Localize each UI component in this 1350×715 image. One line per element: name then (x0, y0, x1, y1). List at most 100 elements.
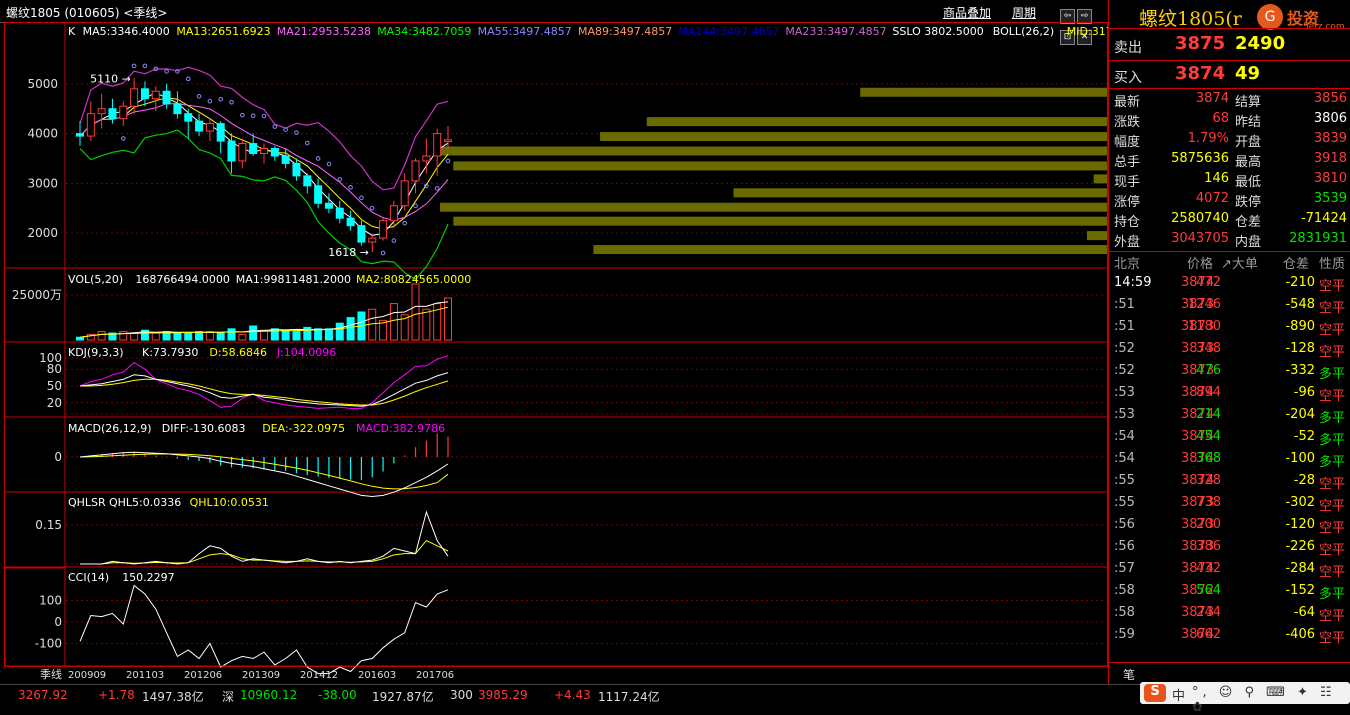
sar-dot (120, 136, 126, 141)
qhl-ytick-label: 0.15 (35, 518, 62, 532)
tick-volume: 328 (1196, 473, 1221, 488)
tick-time: :57 (1114, 561, 1135, 576)
stat-value: 146 (1204, 171, 1229, 186)
sar-dot (185, 76, 191, 82)
main-legend-item: MID:3177 (1067, 25, 1108, 38)
main-ytick-label: 4000 (27, 127, 58, 141)
tick-row: :55 3873 738 -302 空平 (1109, 495, 1350, 517)
x-period-label: 季线 (40, 667, 62, 681)
stat-value: 2831931 (1289, 231, 1347, 246)
sar-dot (391, 238, 397, 243)
candle-body (195, 120, 204, 132)
candle-body (97, 108, 106, 115)
x-tick-label: 201603 (358, 670, 396, 681)
tick-type: 空平 (1319, 279, 1346, 294)
sar-dot (359, 195, 364, 201)
candle-body (130, 88, 139, 107)
commodity-overlay-menu[interactable]: 商品叠加 (943, 4, 991, 21)
tick-volume: 454 (1196, 429, 1221, 444)
tick-type: 多平 (1319, 433, 1346, 448)
kline-chart[interactable]: K MA5:3346.4000 MA13:2651.6923 MA21:2953.52… (0, 22, 1108, 684)
cci-line (79, 584, 449, 675)
stat-value: 3839 (1313, 131, 1347, 146)
tick-volume: 1180 (1187, 319, 1221, 334)
tick-diff: -128 (1285, 341, 1315, 356)
stat-row: 涨停 4072 跌停 3539 (1109, 191, 1350, 211)
kdj-legend-item: J:104.0096 (276, 346, 336, 359)
stat-value: 5875636 (1171, 151, 1229, 166)
tick-type: 空平 (1319, 543, 1346, 558)
tick-row: :53 3874 894 -96 空平 (1109, 385, 1350, 407)
sar-dot (337, 177, 343, 182)
candle-body (324, 202, 333, 209)
stat-label: 昨结 (1235, 115, 1262, 130)
price-volume-band (600, 132, 1107, 142)
volume-bar (119, 331, 128, 341)
tick-row: :51 3873 1180 -890 空平 (1109, 319, 1350, 341)
sar-dot (196, 93, 202, 99)
price-volume-band (733, 188, 1107, 198)
candle-body (411, 160, 420, 182)
stat-row: 现手 146 最低 3810 (1109, 171, 1350, 191)
volume-bar (97, 331, 106, 341)
tick-row: :56 3873 386 -226 空平 (1109, 539, 1350, 561)
kdj-legend-item: D:58.6846 (209, 346, 267, 359)
volume-bar (227, 328, 236, 341)
tick-time: 14:59 (1114, 275, 1152, 290)
volume-bar (184, 332, 193, 341)
volume-bar (76, 336, 84, 341)
tick-time: :52 (1114, 363, 1135, 378)
stat-label: 仓差 (1235, 215, 1262, 230)
volume-bar (422, 308, 431, 341)
stat-label: 跌停 (1235, 195, 1262, 210)
volume-bar (335, 322, 344, 341)
ask-volume: 2490 (1235, 33, 1286, 54)
candle-body (389, 205, 398, 222)
ime-tool-icons[interactable]: °, ☺ ⚲ ⌨ ✦ ☷ ✿ (1192, 685, 1350, 715)
ime-toolbar[interactable]: S 中 °, ☺ ⚲ ⌨ ✦ ☷ ✿ (1140, 682, 1350, 715)
candle-body (292, 162, 301, 177)
pen-tab[interactable]: 笔 (1123, 666, 1135, 683)
volume-bar (281, 329, 290, 341)
candle-body (346, 217, 355, 227)
macd-legend-item: DIFF:-130.6083 (162, 422, 246, 435)
tick-diff: -204 (1285, 407, 1315, 422)
tick-type: 空平 (1319, 389, 1346, 404)
stat-row: 持仓 2580740 仓差 -71424 (1109, 211, 1350, 231)
candle-body (238, 143, 247, 162)
chart-title: 螺纹1805 (010605) <季线> (6, 6, 168, 20)
sz-index-value: 10960.12 (240, 688, 298, 702)
volume-bar (324, 328, 333, 341)
stat-label: 最新 (1114, 95, 1141, 110)
stat-row: 最新 3874 结算 3856 (1109, 91, 1350, 111)
sar-dot (445, 158, 451, 164)
candle-body (119, 105, 128, 120)
candle-body (314, 185, 323, 204)
tick-row: :57 3874 432 -284 空平 (1109, 561, 1350, 583)
tick-volume: 368 (1196, 451, 1221, 466)
candle-body (335, 207, 344, 219)
tick-time: :51 (1114, 297, 1135, 312)
cci-legend-item: 150.2297 (122, 571, 175, 584)
sar-dot (164, 69, 169, 74)
ime-lang-toggle[interactable]: 中 (1172, 685, 1185, 704)
stat-value: 3810 (1313, 171, 1347, 186)
x-tick-label: 201706 (416, 670, 454, 681)
tick-row: 14:59 3874 472 -210 空平 (1109, 275, 1350, 297)
stat-label: 涨跌 (1114, 115, 1141, 130)
qhl5-line (80, 510, 449, 565)
tick-diff: -64 (1293, 605, 1315, 620)
cci-ytick-label: 100 (39, 594, 62, 608)
candle-body (270, 148, 279, 157)
candle-body (368, 237, 377, 243)
stat-value: 68 (1212, 111, 1229, 126)
period-menu[interactable]: 周期 (1012, 4, 1036, 21)
volume-bar (314, 328, 323, 341)
x-tick-label: 201206 (184, 670, 222, 681)
volume-bar (216, 332, 225, 341)
tick-time: :53 (1114, 385, 1135, 400)
tick-diff: -152 (1285, 583, 1315, 598)
vol-legend-item: VOL(5,20) (68, 273, 123, 286)
low-annotation: 1618 → (328, 246, 369, 259)
price-volume-band (1086, 231, 1107, 241)
